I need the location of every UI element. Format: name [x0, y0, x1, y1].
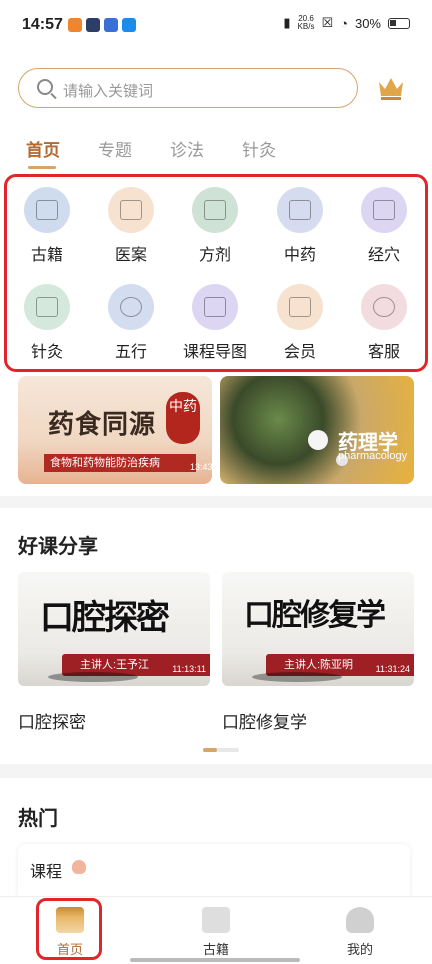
prescription-icon: [192, 187, 238, 233]
header: 请输入关键词 首页 专题 诊法 针灸: [0, 52, 432, 178]
profile-icon: [346, 907, 374, 933]
section-title: 好课分享: [18, 530, 98, 562]
category-chinese-medicine[interactable]: 中药: [260, 187, 340, 265]
ancient-book-icon: [202, 907, 230, 933]
five-elements-icon: [108, 284, 154, 330]
category-label: 会员: [283, 344, 316, 361]
category-label: 中药: [283, 247, 316, 264]
course-thumbnail: 口腔修复学 主讲人:陈亚明 11:31:24: [222, 572, 414, 686]
ink-decoration: [252, 672, 342, 682]
course-duration: 11:13:11: [172, 664, 206, 674]
section-title: 热门: [18, 802, 58, 834]
hot-section: 热门 课程: [0, 778, 432, 904]
hot-card-label: 课程: [30, 864, 63, 881]
thumbnail-calligraphy: 口腔探密: [40, 598, 170, 638]
bamboo-icon: [24, 284, 70, 330]
category-label: 五行: [114, 344, 147, 361]
vibrate-icon: ▮: [283, 15, 291, 30]
search-placeholder: 请输入关键词: [63, 83, 154, 100]
book-icon: [24, 187, 70, 233]
wifi-icon: ◔: [340, 15, 348, 31]
active-tab-indicator: [28, 166, 56, 169]
search-input[interactable]: 请输入关键词: [18, 68, 358, 108]
course-card[interactable]: 口腔修复学 主讲人:陈亚明 11:31:24 口腔修复学: [222, 572, 414, 733]
category-five-elements[interactable]: 五行: [91, 284, 171, 362]
category-label: 客服: [367, 344, 400, 361]
service-avatar-icon: [361, 284, 407, 330]
tab-diagnosis[interactable]: 诊法: [170, 136, 204, 161]
nav-ancient-books[interactable]: 古籍: [176, 907, 256, 958]
banner-row: 药食同源 中药 食物和药物能防治疾病 13:43 药理学 pharmacolog…: [0, 372, 432, 496]
tab-home[interactable]: 首页: [26, 136, 60, 161]
carousel-pager[interactable]: [203, 748, 239, 752]
nav-highlight-box: [36, 898, 102, 960]
close-box-icon: ☒: [321, 15, 334, 30]
category-label: 医案: [114, 247, 147, 264]
nav-label: 我的: [346, 942, 373, 957]
status-bar: 14:57 ▮ 20.6 KB/s ☒ ◔ 30%: [0, 0, 432, 52]
tab-acupuncture[interactable]: 针灸: [242, 136, 276, 161]
category-acupuncture[interactable]: 针灸: [7, 284, 87, 362]
top-tabs: 首页 专题 诊法 针灸: [0, 136, 432, 176]
battery-icon: [388, 17, 410, 29]
molecule-icon: [308, 430, 328, 450]
herb-card-icon: [277, 187, 323, 233]
category-medical-cases[interactable]: 医案: [91, 187, 171, 265]
battery-percent: 30%: [354, 15, 381, 31]
thumbnail-calligraphy: 口腔修复学: [244, 598, 386, 633]
app-notification-icon: [104, 18, 118, 32]
net-speed-unit: KB/s: [297, 22, 315, 31]
status-time: 14:57: [22, 16, 63, 33]
search-icon: [37, 79, 53, 95]
banner-food-medicine[interactable]: 药食同源 中药 食物和药物能防治疾病 13:43: [18, 376, 212, 484]
banner-subtitle: pharmacology: [338, 450, 408, 462]
course-thumbnail: 口腔探密 主讲人:王予江 11:13:11: [18, 572, 210, 686]
course-duration: 11:31:24: [375, 664, 410, 674]
course-card[interactable]: 口腔探密 主讲人:王予江 11:13:11 口腔探密: [18, 572, 210, 733]
category-ancient-books[interactable]: 古籍: [7, 187, 87, 265]
course-name: 口腔修复学: [222, 713, 307, 732]
banner-caption: 食物和药物能防治疾病: [50, 457, 160, 469]
course-name: 口腔探密: [18, 713, 86, 732]
banner-title: 药食同源: [48, 410, 157, 440]
flame-icon: [72, 860, 86, 874]
gesture-bar[interactable]: [130, 958, 300, 962]
category-grid: 古籍 医案 方剂 中药 经穴 针灸 五行 课程导图 会员 客服: [0, 178, 432, 374]
banner-seal: 中药: [166, 392, 200, 444]
net-speed: 20.6 KB/s: [298, 15, 315, 31]
notification-icons: [68, 18, 136, 32]
vip-crown-icon: [277, 284, 323, 330]
app-notification-icon: [68, 18, 82, 32]
ink-decoration: [48, 672, 138, 682]
mind-map-icon: [192, 284, 238, 330]
course-share-section: 好课分享 口腔探密 主讲人:王予江 11:13:11 口腔探密 口腔修复学 主讲…: [0, 508, 432, 764]
category-label: 方剂: [198, 247, 231, 264]
category-membership[interactable]: 会员: [260, 284, 340, 362]
banner-pharmacology[interactable]: 药理学 pharmacology: [220, 376, 414, 484]
crown-icon[interactable]: [376, 74, 406, 102]
nav-profile[interactable]: 我的: [320, 907, 400, 958]
category-customer-service[interactable]: 客服: [344, 284, 424, 362]
category-prescriptions[interactable]: 方剂: [175, 187, 255, 265]
tab-topics[interactable]: 专题: [98, 136, 132, 161]
alipay-notification-icon: [122, 18, 136, 32]
hot-course-card[interactable]: 课程: [18, 844, 410, 904]
category-acupoints[interactable]: 经穴: [344, 187, 424, 265]
category-label: 课程导图: [182, 344, 247, 361]
scroll-icon: [108, 187, 154, 233]
category-label: 经穴: [367, 247, 400, 264]
category-label: 古籍: [30, 247, 63, 264]
category-course-map[interactable]: 课程导图: [175, 284, 255, 362]
category-label: 针灸: [30, 344, 63, 361]
acupoint-figure-icon: [361, 187, 407, 233]
status-right: ▮ 20.6 KB/s ☒ ◔ 30%: [283, 15, 410, 31]
banner-caption-strip: 食物和药物能防治疾病: [44, 454, 196, 472]
nav-label: 古籍: [202, 942, 229, 957]
app-notification-icon: [86, 18, 100, 32]
banner-duration: 13:43: [190, 462, 212, 472]
